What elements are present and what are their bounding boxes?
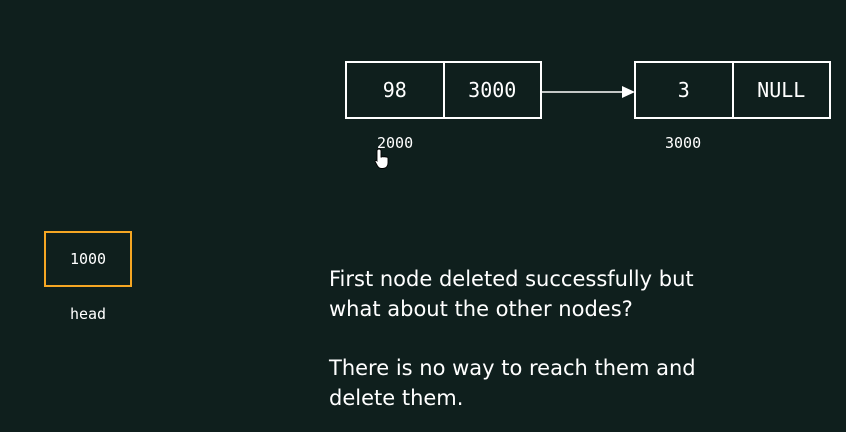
message-line-3: There is no way to reach them and: [329, 356, 696, 380]
node-1-data: 98: [382, 78, 407, 102]
node-2-data: 3: [677, 78, 690, 102]
node-2-next: NULL: [731, 63, 830, 117]
node-2: 3 NULL: [634, 61, 831, 119]
node-2-address: 3000: [665, 134, 702, 152]
message-line-4: delete them.: [329, 386, 464, 410]
node-1-next: 3000: [442, 63, 541, 117]
head-label: head: [69, 305, 107, 323]
message-line-2: what about the other nodes?: [329, 297, 633, 321]
message-line-1: First node deleted successfully but: [329, 267, 694, 291]
hand-pointer-icon: [374, 148, 389, 169]
node-1: 98 3000: [345, 61, 542, 119]
arrow-right-icon: [540, 86, 635, 98]
head-pointer-box: 1000: [44, 231, 132, 287]
